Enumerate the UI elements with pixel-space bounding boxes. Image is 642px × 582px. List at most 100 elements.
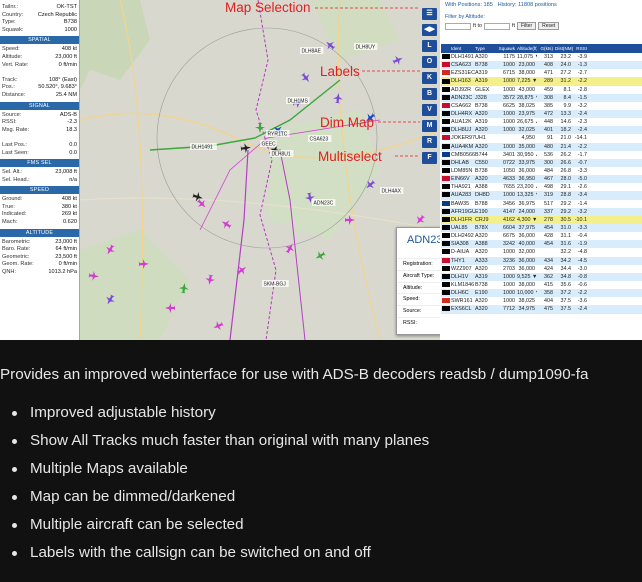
reset-button[interactable]: Reset [538, 22, 560, 30]
table-row[interactable]: KLM1846 B738 1000 38,000 415 35.6 -0.6 [441, 281, 642, 289]
detail-value: 269 kt [61, 211, 77, 218]
map-button-m[interactable]: M [422, 120, 437, 132]
table-row[interactable]: SIA308 A388 3242 40,000 454 31.6 -1.9 [441, 240, 642, 249]
speed-cell: 517 [544, 200, 553, 207]
table-row[interactable]: SWR161 A320 1000 38,025 404 37.5 -3.6 [441, 297, 642, 305]
history-count: History: 11808 positions [497, 2, 557, 8]
map-callsign-label[interactable]: GEEC [262, 142, 277, 148]
altitude-min-input[interactable] [445, 22, 471, 30]
map-callsign-label[interactable]: DLH4AX [382, 189, 402, 195]
flag-icon [442, 273, 450, 279]
table-row[interactable]: UAL85 B78X 6604 37,975 454 31.0 -3.3 [441, 223, 642, 233]
squawk-cell: 1000 [503, 78, 515, 85]
map-callsign-label[interactable]: RYR1TC [268, 132, 288, 138]
column-header[interactable]: Ident [451, 44, 475, 53]
map-view[interactable]: DLH8AE DLH8UY DLH1MS DLH8U1 RYR1TC DLH1491 CSA… [80, 0, 440, 340]
detail-row: Pos.: 50.520°, 9.683° [0, 84, 79, 92]
map-button-f[interactable]: F [422, 152, 437, 164]
speed-cell: 484 [544, 167, 553, 174]
map-button-v[interactable]: V [422, 104, 437, 116]
intro-text: Provides an improved webinterface for us… [0, 366, 589, 383]
altitude-max-input[interactable] [484, 22, 510, 30]
table-row[interactable]: ADN23CJ328 357228,875 ▼ 308 8.4 -1.5 [441, 93, 642, 102]
table-row[interactable]: DLH1V A319 1000 9,525 ▼ 362 34.8 -0.8 [441, 272, 642, 281]
table-row[interactable]: DLH8UJ A320 1000 32,025 401 18.2 -2.4 [441, 126, 642, 135]
column-header[interactable]: Type [475, 44, 492, 53]
table-row[interactable]: WZZ907 A320 2703 36,000 424 34.4 -3.0 [441, 265, 642, 273]
flag-cell [441, 167, 451, 175]
column-header[interactable]: Altitude(ft) [517, 44, 537, 53]
table-row[interactable]: DLH4RX A320 1000 23,975 472 13.3 -2.4 [441, 109, 642, 119]
column-header[interactable]: Dist(NM) [555, 44, 573, 53]
flag-cell [441, 281, 451, 289]
altitude-cell: 28,875 ▼ [517, 94, 537, 101]
aircraft-table-panel: With Positions: 185 History: 11808 posit… [441, 0, 642, 340]
map-canvas[interactable]: DLH8AE DLH8UY DLH1MS DLH8U1 RYR1TC DLH1491 CSA… [80, 0, 440, 340]
table-row[interactable]: CSA662 B738 6625 38,025 385 9.9 -3.2 [441, 102, 642, 110]
altitude-cell: 30,950 ▲ [517, 151, 537, 158]
table-row[interactable]: BAW35 B788 3456 36,975 517 29.2 -1.4 [441, 200, 642, 208]
map-button-k[interactable]: K [422, 72, 437, 84]
filter-button[interactable]: Filter [517, 22, 537, 30]
map-callsign-label[interactable]: ADN23C [314, 201, 334, 207]
table-row[interactable]: AUA283DH8D 100013,325 ▼ 319 28.8 -3.4 [441, 191, 642, 200]
flag-cell [441, 208, 451, 216]
aircraft-popup[interactable]: ADN23C Registration:D-BADCAircraft Type:J… [396, 227, 440, 335]
map-button-r[interactable]: R [422, 136, 437, 148]
map-callsign-label[interactable]: DLH8UY [356, 45, 376, 51]
flag-icon [442, 192, 450, 198]
map-button-icon-1[interactable]: ◀▶ [422, 24, 437, 36]
column-header[interactable] [441, 44, 451, 53]
flag-icon [442, 290, 450, 296]
map-button-icon-0[interactable]: ☰ [422, 8, 437, 20]
column-header[interactable]: G(kts) [537, 44, 555, 53]
type-cell: A319 [475, 70, 488, 77]
distance-cell: 37.2 [560, 290, 572, 297]
table-row[interactable]: ADJ92R GLEX 1000 43,000 459 8.1 -2.8 [441, 86, 642, 94]
type-cell: A333 [475, 257, 488, 264]
map-callsign-label[interactable]: DLH1491 [192, 145, 213, 151]
map-callsign-label[interactable]: SKM-BGJ [264, 282, 287, 288]
type-cell: C550 [475, 159, 488, 166]
speed-cell: 424 [544, 265, 553, 272]
distance-cell: 31.1 [560, 233, 572, 240]
table-row[interactable]: THY1 A333 3236 36,000 434 34.2 -4.5 [441, 256, 642, 265]
column-header[interactable]: Squawk [492, 44, 517, 53]
map-button-o[interactable]: O [422, 56, 437, 68]
table-row[interactable]: AUA12KA319 100026,675 ▲ 448 14.6 -2.3 [441, 118, 642, 126]
map-button-l[interactable]: L [422, 40, 437, 52]
table-row[interactable]: LDM85N B738 1050 36,000 484 26.8 -3.3 [441, 167, 642, 175]
column-header[interactable]: RSSI [573, 44, 589, 53]
distance-cell: 31.2 [560, 78, 572, 85]
rssi-cell: -4.8 [577, 249, 587, 256]
table-row[interactable]: CSA623 B738 1000 23,000 408 24.0 -1.3 [441, 61, 642, 70]
table-row[interactable]: THA921 A388 765523,200 ▲ 498 29.1 -2.6 [441, 183, 642, 191]
table-row[interactable]: DLH6C E190 100010,000 ▼ 358 37.2 -2.2 [441, 289, 642, 298]
table-row[interactable]: DLH163 A319 1000 7,225 ▼ 289 31.2 -2.2 [441, 77, 642, 86]
table-row[interactable]: JOKER97 UH1 4,950 91 21.0 -14.1 [441, 134, 642, 142]
distance-cell: 37.5 [560, 298, 572, 305]
type-cell: E190 [475, 208, 488, 215]
flag-icon [442, 282, 450, 288]
feature-list: Improved adjustable history Show All Trac… [11, 403, 429, 571]
table-row[interactable]: CMB0566B744 340130,950 ▲ 536 26.2 -1.7 [441, 151, 642, 159]
table-row[interactable]: EIN66V A320 4633 36,950 467 28.0 -5.0 [441, 175, 642, 184]
map-callsign-label[interactable]: DLH8U1 [272, 152, 291, 158]
speed-cell: 467 [544, 176, 553, 183]
table-row[interactable]: DLH1FR CRJ9 4162 4,300 ▼ 278 30.5 -10.1 [441, 215, 642, 224]
map-callsign-label[interactable]: CSA623 [310, 137, 329, 143]
table-row[interactable]: DLH2492 A320 6675 36,000 428 31.1 -0.4 [441, 232, 642, 240]
table-row[interactable]: DHLAB C550 0722 33,975 300 26.6 -0.7 [441, 158, 642, 167]
table-row[interactable]: D-AIUA A320 1000 32,000 32.2 -4.8 [441, 248, 642, 256]
detail-key: Indicated: [2, 211, 27, 218]
map-callsign-label[interactable]: DLH1MS [288, 99, 309, 105]
table-row[interactable]: AUA4KM A320 1000 35,000 480 21.4 -2.2 [441, 142, 642, 151]
table-row[interactable]: EZS31EC A319 6715 38,000 471 27.2 -2.7 [441, 69, 642, 77]
ident-cell: THY1 [451, 257, 465, 264]
map-button-b[interactable]: B [422, 88, 437, 100]
table-row[interactable]: DLH1491A320 117511,075 ▼ 313 23.2 -3.9 [441, 53, 642, 61]
table-row[interactable]: AFR19GU E190 4147 24,000 337 29.2 -3.2 [441, 207, 642, 216]
type-cell: A320 [475, 298, 488, 305]
table-row[interactable]: EXS6CL A320 7712 34,975 475 37.5 -2.4 [441, 305, 642, 314]
map-callsign-label[interactable]: DLH8AE [302, 49, 322, 55]
